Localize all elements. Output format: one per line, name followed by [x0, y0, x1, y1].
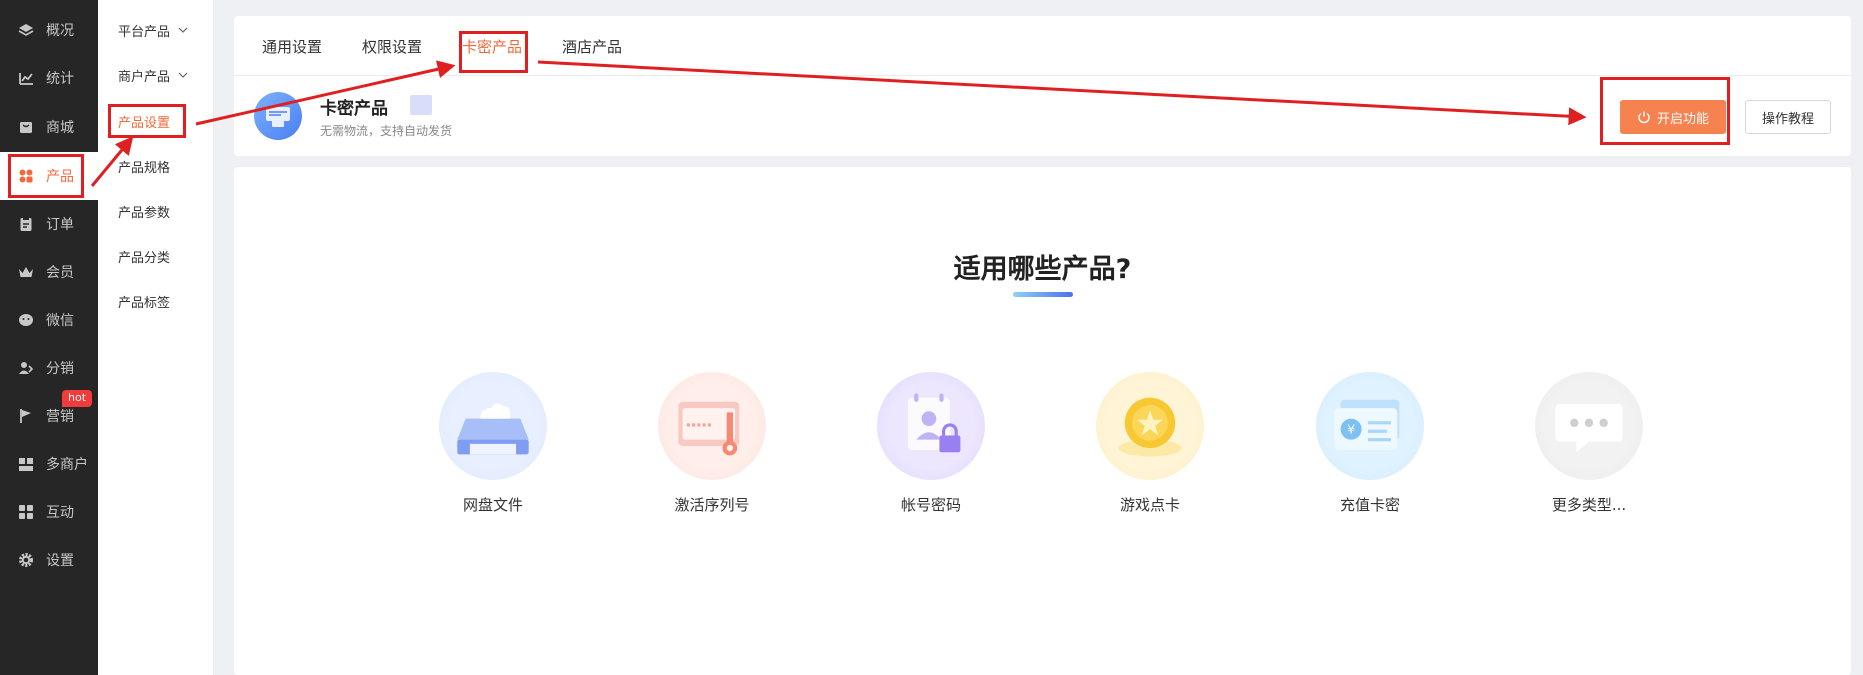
- user-share-icon: [18, 360, 34, 376]
- product-subtitle: 无需物流，支持自动发货: [320, 124, 453, 138]
- sidebar-item-label: 产品: [46, 169, 74, 185]
- product-type-serial: 激活序列号: [632, 372, 792, 515]
- sidebar-item-members[interactable]: 会员: [0, 248, 98, 296]
- sidebar-item-label: 分销: [46, 361, 74, 377]
- product-type-more: 更多类型...: [1509, 372, 1669, 515]
- svg-text:¥: ¥: [1347, 421, 1355, 436]
- subnav-item-product-specs[interactable]: 产品规格: [118, 155, 170, 177]
- main-content-panel: 适用哪些产品? 网盘文件 激活序列号 帐号密码 游戏点卡 ¥ 充值卡密 更多类型…: [234, 167, 1851, 675]
- subnav-item-label: 产品设置: [118, 115, 171, 131]
- sidebar-item-distribution[interactable]: 分销: [0, 344, 98, 392]
- serial-key-icon: [658, 372, 766, 480]
- product-type-label: 激活序列号: [674, 496, 750, 514]
- sidebar-item-label: 互动: [46, 505, 74, 521]
- subnav-item-product-params[interactable]: 产品参数: [118, 200, 170, 222]
- clipboard-icon: [18, 216, 34, 232]
- settings-tabs: 通用设置 权限设置 卡密产品 酒店产品: [234, 16, 1851, 76]
- tab-card-products[interactable]: 卡密产品: [462, 36, 522, 57]
- sidebar-item-label: 商城: [46, 120, 74, 136]
- sidebar-item-label: 营销: [46, 409, 74, 425]
- tab-general-settings[interactable]: 通用设置: [262, 36, 322, 57]
- sidebar-item-label: 多商户: [46, 457, 88, 473]
- enable-feature-button[interactable]: 开启功能: [1620, 100, 1726, 134]
- product-type-cloud-file: 网盘文件: [413, 372, 573, 515]
- grid-icon: [18, 168, 34, 184]
- layers-icon: [18, 22, 34, 38]
- product-type-recharge: ¥ 充值卡密: [1290, 372, 1450, 515]
- product-type-label: 更多类型...: [1551, 496, 1627, 514]
- sidebar-item-label: 概况: [46, 23, 74, 39]
- power-icon: [1638, 111, 1650, 124]
- sidebar-item-label: 微信: [46, 313, 74, 329]
- sidebar-item-interaction[interactable]: 互动: [0, 488, 98, 536]
- product-type-label: 帐号密码: [900, 496, 961, 514]
- subnav-item-label: 平台产品: [118, 24, 171, 40]
- product-subnav: 平台产品 商户产品 产品设置 产品规格 产品参数 产品分类 产品标签: [98, 0, 214, 675]
- flag-icon: [18, 408, 34, 424]
- main-sidebar: 概况 统计 商城 产品 订单 会员 微信 分销 营销 多商户 互动 设置 hot: [0, 0, 98, 675]
- gear-icon: [18, 552, 34, 568]
- multi-store-icon: [18, 456, 34, 472]
- subnav-item-label: 产品分类: [118, 250, 171, 266]
- chevron-down-icon: [178, 70, 188, 80]
- product-type-label: 网盘文件: [462, 496, 523, 514]
- subnav-item-label: 产品标签: [118, 295, 171, 311]
- tab-hotel-products[interactable]: 酒店产品: [562, 36, 622, 57]
- recharge-card-icon: ¥: [1316, 372, 1424, 480]
- cloud-drive-icon: [439, 372, 547, 480]
- title-underline: [1013, 292, 1073, 297]
- chevron-down-icon: [178, 25, 188, 35]
- product-title: 卡密产品: [320, 99, 388, 119]
- subnav-item-label: 商户产品: [118, 69, 171, 85]
- subnav-item-label: 产品规格: [118, 160, 171, 176]
- hot-badge: hot: [62, 390, 93, 407]
- account-lock-icon: [877, 372, 985, 480]
- sidebar-item-stats[interactable]: 统计: [0, 54, 98, 102]
- enable-feature-label: 开启功能: [1656, 111, 1709, 127]
- store-icon: [18, 119, 34, 135]
- subnav-item-platform-products[interactable]: 平台产品: [118, 19, 188, 41]
- sidebar-item-mall[interactable]: 商城: [0, 103, 98, 151]
- subnav-item-product-tags[interactable]: 产品标签: [118, 290, 170, 312]
- sidebar-item-wechat[interactable]: 微信: [0, 296, 98, 344]
- subnav-item-product-settings[interactable]: 产品设置: [118, 110, 170, 132]
- settings-header-panel: 通用设置 权限设置 卡密产品 酒店产品 卡密产品 无需物流，支持自动发货 开启功…: [234, 16, 1851, 156]
- more-chat-icon: [1535, 372, 1643, 480]
- interact-icon: [18, 504, 34, 520]
- product-title-tag: [410, 95, 432, 115]
- chart-icon: [18, 70, 34, 86]
- product-type-game-card: 游戏点卡: [1070, 372, 1230, 515]
- subnav-item-label: 产品参数: [118, 205, 171, 221]
- crown-icon: [18, 264, 34, 280]
- sidebar-item-multi-merchant[interactable]: 多商户: [0, 440, 98, 488]
- subnav-item-product-categories[interactable]: 产品分类: [118, 245, 170, 267]
- tutorial-button[interactable]: 操作教程: [1745, 100, 1831, 134]
- sidebar-item-overview[interactable]: 概况: [0, 6, 98, 54]
- product-type-label: 游戏点卡: [1119, 496, 1180, 514]
- tab-permission-settings[interactable]: 权限设置: [362, 36, 422, 57]
- wechat-icon: [18, 312, 34, 328]
- sidebar-item-label: 会员: [46, 265, 74, 281]
- product-type-label: 充值卡密: [1339, 496, 1400, 514]
- card-product-logo-icon: [254, 92, 302, 140]
- sidebar-item-label: 统计: [46, 71, 74, 87]
- page-title: 适用哪些产品?: [953, 254, 1132, 285]
- subnav-item-merchant-products[interactable]: 商户产品: [118, 64, 188, 86]
- product-type-account: 帐号密码: [851, 372, 1011, 515]
- sidebar-item-products[interactable]: 产品: [0, 152, 98, 200]
- sidebar-item-label: 订单: [46, 217, 74, 233]
- game-coin-icon: [1096, 372, 1204, 480]
- sidebar-item-settings[interactable]: 设置: [0, 536, 98, 584]
- sidebar-item-orders[interactable]: 订单: [0, 200, 98, 248]
- sidebar-item-label: 设置: [46, 553, 74, 569]
